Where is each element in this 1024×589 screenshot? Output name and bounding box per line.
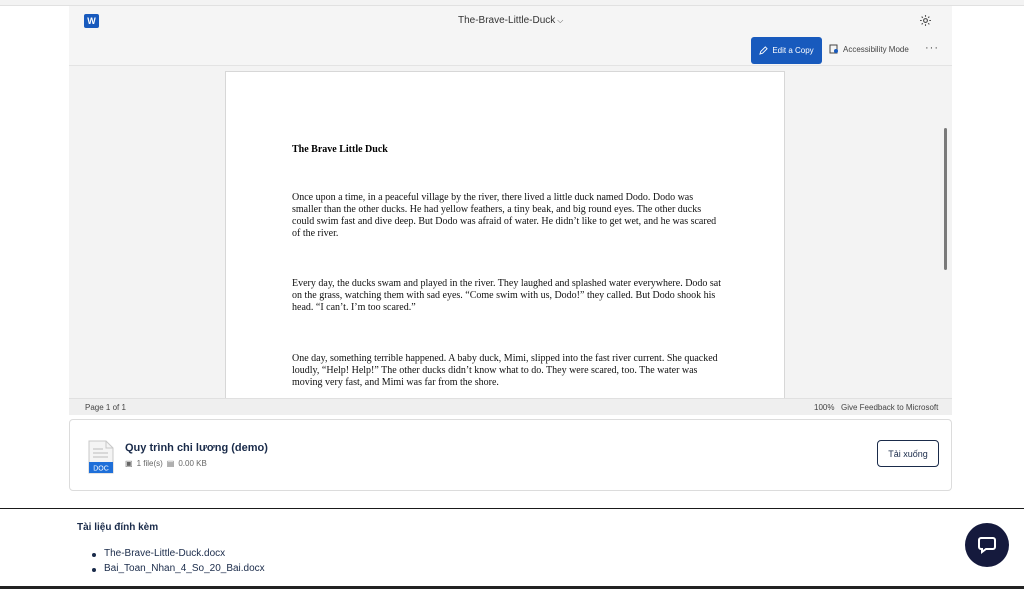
viewer-header: W The-Brave-Little-Duck ⌵ Edit a Copy Acc…	[69, 6, 952, 66]
section-divider	[0, 508, 1024, 509]
files-icon: ▣	[125, 459, 133, 468]
file-count: 1 file(s)	[136, 459, 163, 468]
document-heading: The Brave Little Duck	[292, 144, 388, 155]
paragraph-1: Once upon a time, in a peaceful village …	[292, 192, 717, 239]
chat-bubble-icon	[978, 537, 996, 554]
vertical-scrollbar[interactable]	[944, 128, 947, 270]
attachments-list: The-Brave-Little-Duck.docx Bai_Toan_Nhan…	[92, 548, 265, 578]
attachment-link[interactable]: Bai_Toan_Nhan_4_So_20_Bai.docx	[92, 563, 265, 578]
accessibility-mode-button[interactable]: Accessibility Mode	[829, 44, 909, 54]
accessibility-label: Accessibility Mode	[843, 44, 909, 54]
more-options-button[interactable]: ···	[925, 42, 939, 54]
pencil-icon	[759, 46, 769, 55]
document-canvas: The Brave Little Duck Once upon a time, …	[69, 66, 952, 411]
file-card: DOC Quy trình chi lương (demo) ▣ 1 file(…	[69, 419, 952, 491]
attachment-link[interactable]: The-Brave-Little-Duck.docx	[92, 548, 265, 563]
zoom-level[interactable]: 100%	[814, 403, 834, 412]
file-meta: ▣ 1 file(s) ▤ 0.00 KB	[125, 459, 207, 468]
page-indicator: Page 1 of 1	[85, 403, 126, 412]
chevron-down-icon: ⌵	[557, 16, 564, 25]
accessibility-icon	[829, 44, 838, 54]
document-title: The-Brave-Little-Duck	[458, 15, 556, 26]
doc-file-icon: DOC	[88, 440, 114, 474]
document-title-menu[interactable]: The-Brave-Little-Duck ⌵	[458, 15, 563, 26]
file-name: Quy trình chi lương (demo)	[125, 442, 268, 454]
download-button[interactable]: Tải xuống	[877, 440, 939, 467]
status-bar: Page 1 of 1 100% Give Feedback to Micros…	[69, 398, 952, 415]
storage-icon: ▤	[166, 459, 175, 468]
gear-icon[interactable]	[919, 14, 932, 27]
file-size: 0.00 KB	[178, 459, 207, 468]
feedback-link[interactable]: Give Feedback to Microsoft	[841, 403, 938, 412]
paragraph-2: Every day, the ducks swam and played in …	[292, 278, 722, 313]
document-page: The Brave Little Duck Once upon a time, …	[225, 71, 785, 411]
doc-icon-label: DOC	[93, 466, 109, 473]
attachments-title: Tài liệu đính kèm	[77, 522, 159, 533]
paragraph-3: One day, something terrible happened. A …	[292, 353, 718, 388]
edit-copy-label: Edit a Copy	[772, 46, 814, 55]
chat-button[interactable]	[965, 523, 1009, 567]
edit-copy-button[interactable]: Edit a Copy	[751, 37, 822, 64]
word-icon: W	[84, 14, 99, 28]
document-viewer: W The-Brave-Little-Duck ⌵ Edit a Copy Acc…	[69, 6, 952, 415]
